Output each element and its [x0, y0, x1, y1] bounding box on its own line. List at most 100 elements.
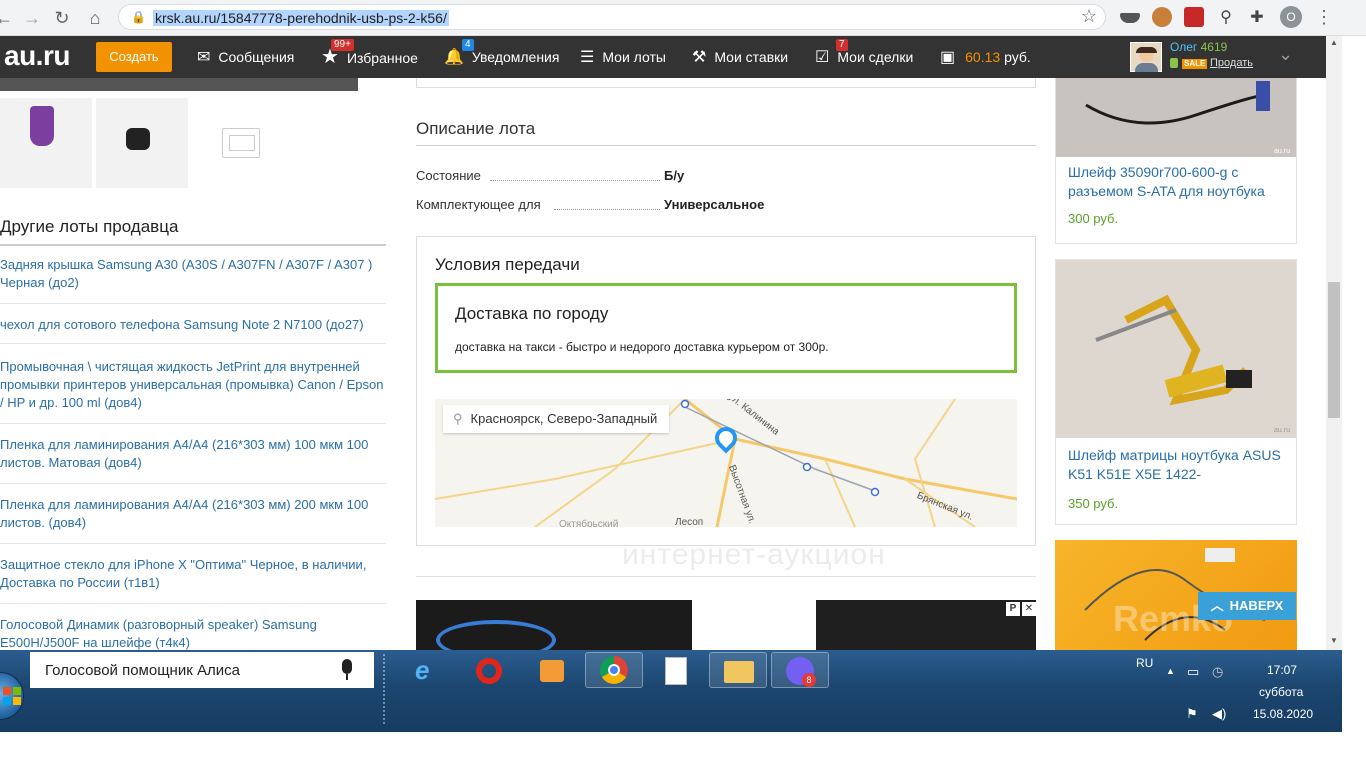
extensions-puzzle-icon[interactable]: ✚ [1247, 7, 1267, 27]
taskbar-media-player[interactable] [522, 652, 580, 688]
lot-card-title[interactable]: Шлейф матрицы ноутбука ASUS K51 K51E X5E… [1068, 446, 1290, 484]
scroll-to-top-button[interactable]: ︿ НАВЕРХ [1198, 592, 1296, 620]
bookmark-star-icon[interactable]: ☆ [1081, 6, 1097, 27]
list-icon: ☰ [580, 49, 595, 66]
extension-red-icon[interactable] [1184, 7, 1204, 27]
clock-day: суббота [1259, 685, 1304, 699]
extension-hat-icon[interactable] [1120, 13, 1140, 23]
taskbar-viber[interactable]: 8 [771, 652, 829, 688]
chevron-down-icon[interactable]: ⌄ [1278, 44, 1293, 65]
taskbar-document[interactable] [647, 652, 705, 688]
transfer-heading: Условия передачи [435, 255, 580, 274]
seller-lot-link[interactable]: Задняя крышка Samsung A30 (A30S / A307FN… [0, 256, 386, 304]
seller-lot-link[interactable]: Пленка для ламинирования А4/А4 (216*303 … [0, 496, 386, 544]
extension-avatar-icon[interactable] [1152, 7, 1172, 27]
more-photos-icon[interactable] [222, 128, 260, 158]
seller-lot-link[interactable]: Защитное стекло для iPhone X "Оптима" Че… [0, 556, 386, 604]
sell-link[interactable]: Продать [1210, 57, 1253, 69]
menu-kebab-icon[interactable]: ⋮ [1314, 7, 1334, 27]
lot-card-title[interactable]: Шлейф 35090r700-600-g с разъемом S-ATA д… [1068, 163, 1290, 201]
keyboard-language[interactable]: RU [1136, 656, 1153, 670]
tray-app-icon[interactable]: ▭ [1187, 664, 1199, 680]
nav-messages-label: Сообщения [218, 49, 295, 65]
description-heading: Описание лота [416, 119, 536, 138]
home-icon[interactable]: ⌂ [83, 6, 107, 30]
microphone-icon[interactable] [342, 659, 352, 674]
gavel-icon: ⚒ [692, 49, 707, 66]
taskbar-chrome[interactable] [585, 652, 643, 688]
action-center-flag-icon[interactable]: ⚑ [1186, 706, 1198, 722]
user-avatar[interactable] [1130, 42, 1162, 72]
lot-card-image[interactable]: au.ru [1056, 78, 1296, 157]
nav-my-lots-label: Мои лоты [602, 49, 666, 65]
seller-lot-link[interactable]: Голосовой Динамик (разговорный speaker) … [0, 616, 386, 650]
nav-my-lots[interactable]: ☰ Мои лоты [580, 36, 666, 78]
chrome-icon [600, 656, 628, 684]
forward-icon[interactable]: → [20, 6, 44, 30]
nav-favorites-label: Избранное [346, 50, 418, 66]
main-photo-bottom [0, 78, 358, 91]
divider [416, 576, 1036, 577]
advertisement-banner[interactable]: P ✕ [416, 600, 1036, 650]
photo-thumb-2[interactable] [96, 98, 188, 188]
tray-expand-icon[interactable]: ▲ [1166, 666, 1175, 676]
scroll-down-arrow-icon[interactable]: ▼ [1330, 636, 1338, 645]
extension-pin-icon[interactable]: ⚲ [1216, 7, 1236, 27]
divider [416, 145, 1036, 146]
map-location-label: ⚲ Красноярск, Северо-Западный [443, 405, 670, 433]
user-name[interactable]: Олег [1170, 40, 1197, 54]
address-bar[interactable]: 🔒 krsk.au.ru/15847778-perehodnik-usb-ps-… [118, 4, 1106, 30]
reload-icon[interactable]: ↻ [50, 6, 74, 30]
lot-card-price: 350 руб. [1068, 496, 1119, 511]
lot-card[interactable]: au.ru Шлейф 35090r700-600-g с разъемом S… [1055, 78, 1297, 244]
photo-thumb-1[interactable] [0, 98, 92, 188]
clock-time[interactable]: 17:07 [1267, 663, 1297, 677]
scroll-to-top-label: НАВЕРХ [1229, 598, 1284, 613]
internet-explorer-icon: e [415, 655, 430, 685]
ad-image-left [416, 600, 692, 650]
seller-lot-link[interactable]: Пленка для ламинирования А4/А4 (216*303 … [0, 436, 386, 484]
scroll-up-arrow-icon[interactable]: ▲ [1330, 38, 1338, 47]
folder-icon [724, 661, 754, 683]
user-panel[interactable]: Олег 4619 SALE Продать ⌄ [1128, 40, 1328, 74]
assistant-search-box[interactable]: Голосовой помощник Алиса [30, 652, 374, 688]
back-icon[interactable]: ← [0, 6, 16, 30]
tray-clock-icon[interactable]: ◷ [1212, 664, 1223, 680]
nav-my-deals[interactable]: ☑ Мои сделки [815, 36, 913, 78]
sale-badge: SALE [1182, 59, 1208, 69]
balance-amount: 60.13 [965, 49, 1001, 65]
taskbar-explorer[interactable] [709, 652, 767, 688]
site-watermark: интернет-аукцион [622, 538, 886, 571]
nav-messages[interactable]: ✉ Сообщения [197, 36, 294, 78]
scrollbar-thumb[interactable] [1328, 282, 1340, 418]
prop-component-value: Универсальное [664, 197, 765, 212]
lot-card-image-caption: au.ru [1274, 427, 1290, 434]
wallet-balance[interactable]: ▣ 60.13 руб. [940, 36, 1031, 79]
lot-card-image[interactable]: au.ru [1056, 260, 1296, 438]
lot-details: Описание лота Состояние Б/у Комплектующе… [390, 78, 1050, 650]
ad-badge: P [1006, 602, 1020, 616]
location-map[interactable]: ул. Калинина Высотная ул. Брянская ул. О… [435, 399, 1017, 527]
seller-lot-link[interactable]: Промывочная \ чистящая жидкость JetPrint… [0, 358, 386, 424]
taskbar-divider [383, 654, 391, 724]
profile-avatar[interactable]: О [1280, 6, 1302, 28]
page-scrollbar[interactable]: ▲ ▼ [1326, 36, 1342, 650]
start-button[interactable] [0, 672, 24, 720]
dotted-leader [490, 180, 660, 181]
ad-close-button[interactable]: ✕ [1022, 602, 1036, 616]
lot-card[interactable]: au.ru Шлейф матрицы ноутбука ASUS K51 K5… [1055, 259, 1297, 525]
user-rating: 4619 [1200, 40, 1228, 54]
nav-my-bids[interactable]: ⚒ Мои ставки [692, 36, 788, 78]
street-label: Октябрьский [559, 519, 619, 527]
site-logo[interactable]: au.ru [4, 40, 70, 72]
taskbar-ie[interactable]: e [400, 652, 458, 688]
dotted-leader [554, 209, 660, 210]
seller-lot-link[interactable]: чехол для сотового телефона Samsung Note… [0, 316, 386, 344]
screen-bottom-area [0, 732, 1366, 768]
notifications-count-badge: 4 [462, 39, 474, 51]
create-lot-button[interactable]: Создать [96, 42, 172, 72]
volume-icon[interactable]: ◀) [1212, 706, 1226, 722]
taskbar-opera[interactable] [460, 652, 518, 688]
microphone-stand [346, 674, 348, 680]
url-text[interactable]: krsk.au.ru/15847778-perehodnik-usb-ps-2-… [153, 10, 449, 26]
